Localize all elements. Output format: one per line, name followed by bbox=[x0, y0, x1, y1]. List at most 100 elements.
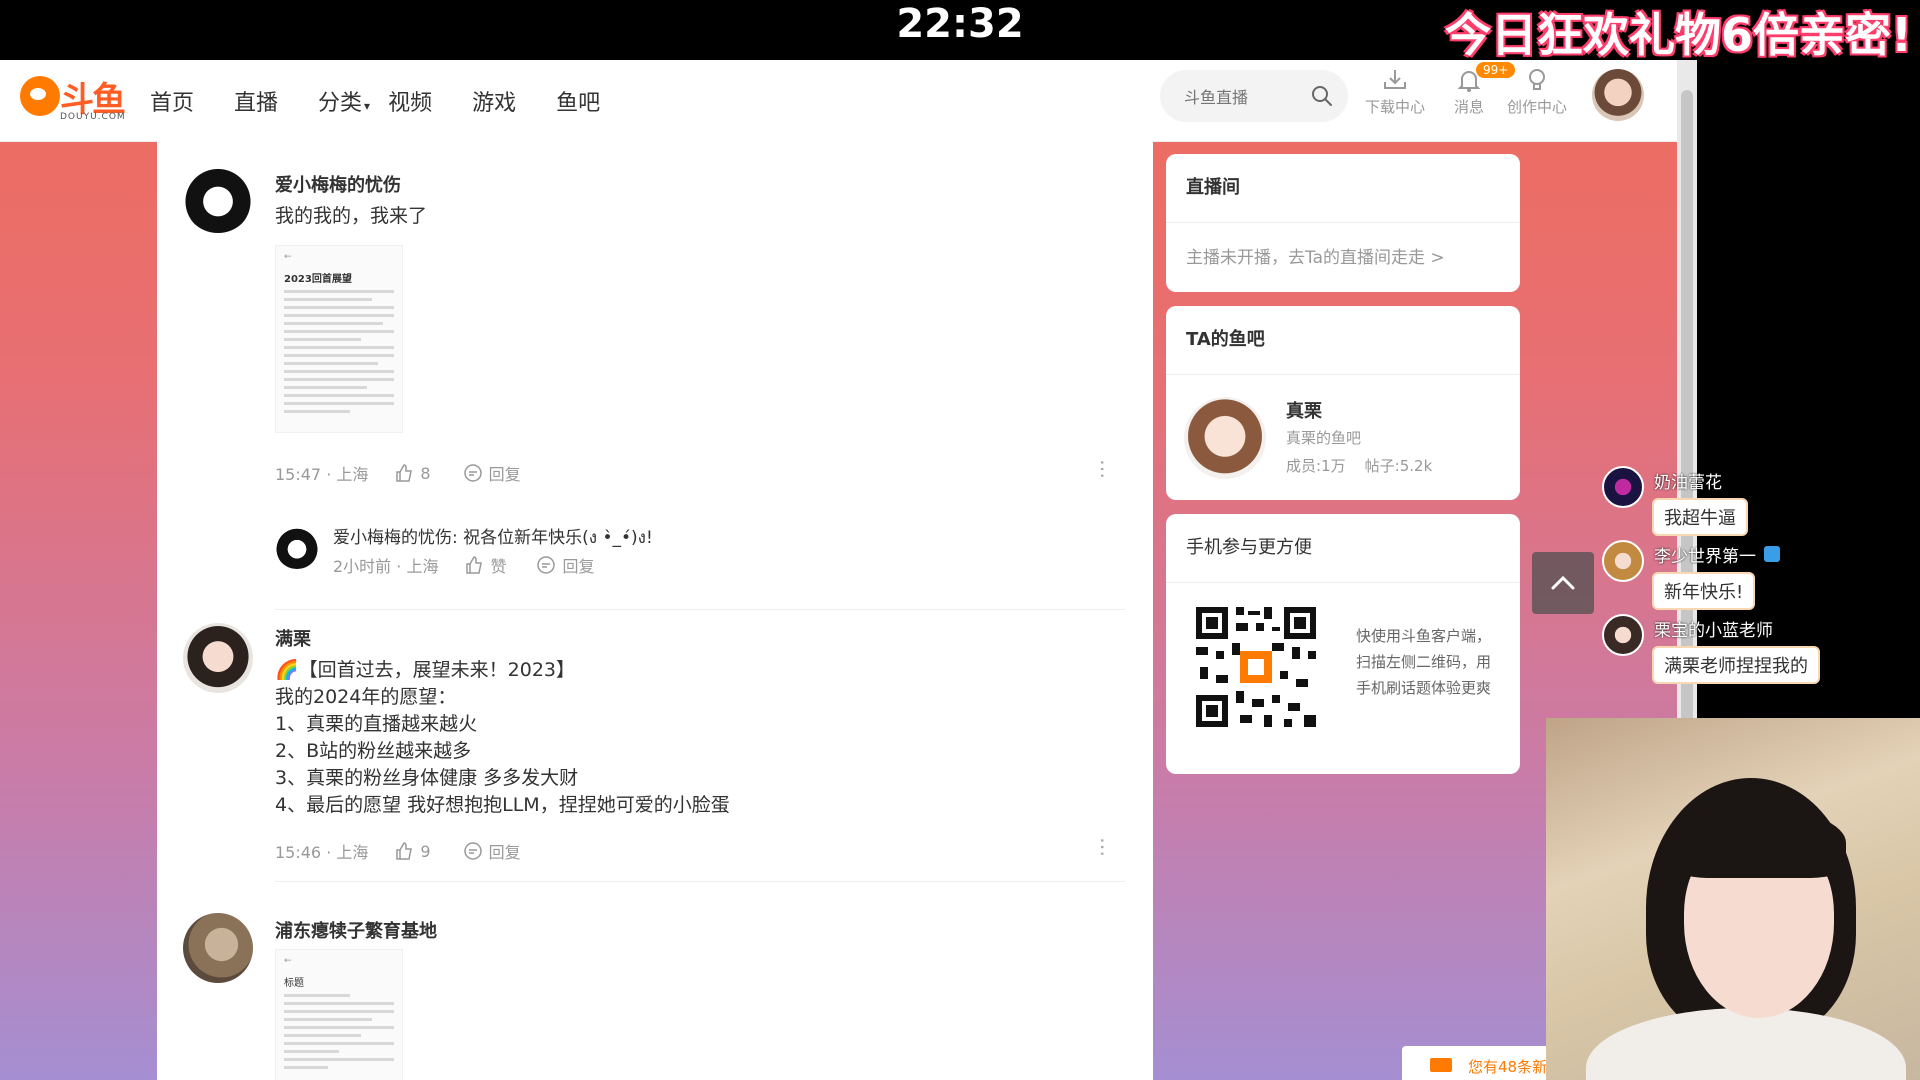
mobile-card-title: 手机参与更方便 bbox=[1166, 514, 1520, 583]
comment-icon bbox=[463, 842, 482, 860]
main-nav: 首页 直播 分类 ▾ 视频 游戏 鱼吧 bbox=[150, 60, 640, 141]
mail-icon bbox=[1430, 1058, 1452, 1072]
post-author[interactable]: 浦东瘪犊子繁育基地 bbox=[275, 917, 437, 943]
nav-category[interactable]: 分类 ▾ bbox=[318, 85, 370, 117]
live-room-link[interactable]: 主播未开播，去Ta的直播间走走 > bbox=[1166, 223, 1520, 288]
post-image[interactable]: ← 2023回首展望 bbox=[275, 245, 403, 433]
reply-label: 回复 bbox=[488, 465, 521, 484]
chevron-up-icon bbox=[1551, 575, 1575, 590]
chat-username: 李少世界第一 bbox=[1654, 547, 1756, 567]
chat-avatar bbox=[1602, 540, 1644, 582]
search-box bbox=[1160, 70, 1348, 122]
more-options-icon[interactable]: ⋯ bbox=[1091, 837, 1115, 857]
post-text: 🌈【回首过去，展望未来！2023】 我的2024年的愿望： 1、真栗的直播越来越… bbox=[275, 659, 730, 816]
thumbs-up-icon bbox=[396, 842, 413, 860]
post-divider bbox=[275, 881, 1125, 882]
yuba-card-title: TA的鱼吧 bbox=[1166, 306, 1520, 375]
post-image[interactable]: ← 标题 bbox=[275, 949, 403, 1080]
doc-title: 2023回首展望 bbox=[284, 274, 352, 285]
yuba-stats: 成员:1万 帖子:5.2k bbox=[1286, 457, 1433, 475]
messages-label: 消息 bbox=[1453, 98, 1484, 116]
reply-button[interactable]: 回复 bbox=[463, 839, 521, 863]
download-label: 下载中心 bbox=[1364, 98, 1425, 116]
chat-text: 满栗老师捏捏我的 bbox=[1652, 646, 1820, 684]
reply-author[interactable]: 爱小梅梅的忧伤 bbox=[333, 528, 452, 548]
top-navbar: 斗鱼 DOUYU.COM 首页 直播 分类▾ 视频 游戏 鱼吧 下载中心 bbox=[0, 60, 1677, 142]
reply-label: 回复 bbox=[488, 843, 521, 862]
chat-text: 新年快乐! bbox=[1652, 572, 1756, 610]
mobile-card: 手机参与更方便 快使用斗鱼客户端，扫描左侧二维码，用手机刷话题体验更爽 bbox=[1166, 514, 1520, 774]
caret-down-icon: ▾ bbox=[364, 98, 371, 113]
nav-video[interactable]: 视频 bbox=[388, 85, 432, 117]
download-center-button[interactable]: 下载中心 bbox=[1360, 66, 1430, 117]
yuba-avatar bbox=[1184, 397, 1266, 479]
notification-tab[interactable]: 您有48条新 bbox=[1402, 1046, 1562, 1080]
author-avatar[interactable] bbox=[183, 913, 253, 983]
author-avatar[interactable] bbox=[183, 163, 253, 233]
reply-reply-button[interactable]: 回复 bbox=[536, 553, 594, 577]
yuba-desc: 真栗的鱼吧 bbox=[1286, 429, 1362, 447]
nav-yuba[interactable]: 鱼吧 bbox=[556, 85, 600, 117]
nav-live[interactable]: 直播 bbox=[234, 85, 278, 117]
more-options-icon[interactable]: ⋯ bbox=[1091, 459, 1115, 479]
fish-logo-icon bbox=[20, 76, 60, 116]
post-item: 浦东瘪犊子繁育基地 ← 标题 bbox=[183, 913, 1123, 1080]
search-icon[interactable] bbox=[1310, 84, 1334, 108]
qr-section: 快使用斗鱼客户端，扫描左侧二维码，用手机刷话题体验更爽 bbox=[1166, 583, 1520, 773]
reply-meta: 2小时前 · 上海 赞 回复 bbox=[333, 553, 594, 577]
chat-username: 栗宝的小蓝老师 bbox=[1654, 621, 1773, 641]
back-to-top-button[interactable] bbox=[1532, 552, 1594, 614]
post-author[interactable]: 满栗 bbox=[275, 625, 311, 651]
promo-banner: 今日狂欢礼物6倍亲密! bbox=[1445, 8, 1912, 62]
back-arrow-icon: ← bbox=[284, 956, 292, 966]
live-room-title: 直播间 bbox=[1166, 154, 1520, 223]
comment-icon bbox=[463, 464, 482, 482]
download-icon bbox=[1384, 70, 1406, 89]
post-time: 15:47 · 上海 bbox=[275, 465, 369, 484]
yuba-entry[interactable]: 真栗 真栗的鱼吧 成员:1万 帖子:5.2k bbox=[1166, 375, 1520, 499]
reply-content: 爱小梅梅的忧伤: 祝各位新年快乐(ง •̀_•́)ง! bbox=[333, 528, 653, 548]
nav-category-label: 分类 bbox=[318, 90, 363, 116]
logo-subtext: DOUYU.COM bbox=[60, 112, 126, 122]
back-arrow-icon: ← bbox=[284, 252, 292, 262]
search-input[interactable] bbox=[1182, 83, 1306, 111]
like-count: 8 bbox=[420, 463, 431, 483]
douyu-logo[interactable]: 斗鱼 DOUYU.COM bbox=[20, 70, 128, 126]
qr-code-icon bbox=[1192, 603, 1320, 731]
notification-text: 您有48条新 bbox=[1468, 1058, 1548, 1076]
live-room-card: 直播间 主播未开播，去Ta的直播间走走 > bbox=[1166, 154, 1520, 292]
nav-home[interactable]: 首页 bbox=[150, 85, 194, 117]
reply-reply-label: 回复 bbox=[562, 557, 595, 576]
like-count: 9 bbox=[420, 841, 431, 861]
comment-icon bbox=[537, 556, 556, 574]
like-button[interactable]: 9 bbox=[394, 841, 431, 861]
reply-like-label: 赞 bbox=[490, 557, 507, 576]
post-list: 爱小梅梅的忧伤 我的我的，我来了 ← 2023回首展望 15:47 · 上海 8 bbox=[157, 141, 1153, 1080]
chat-avatar bbox=[1602, 614, 1644, 656]
creator-label: 创作中心 bbox=[1506, 98, 1567, 116]
level-badge-icon bbox=[1764, 546, 1780, 562]
like-button[interactable]: 8 bbox=[394, 463, 431, 483]
post-text: 我的我的，我来了 bbox=[275, 205, 428, 227]
post-divider bbox=[275, 609, 1125, 610]
post-meta: 15:46 · 上海 9 回复 bbox=[275, 839, 521, 863]
reply-time: 2小时前 · 上海 bbox=[333, 557, 439, 576]
post-author[interactable]: 爱小梅梅的忧伤 bbox=[275, 171, 401, 197]
reply-avatar[interactable] bbox=[275, 525, 319, 569]
chat-text: 我超牛逼 bbox=[1652, 498, 1748, 536]
qr-instructions: 快使用斗鱼客户端，扫描左侧二维码，用手机刷话题体验更爽 bbox=[1356, 627, 1492, 697]
yuba-name: 真栗 bbox=[1286, 401, 1322, 422]
thumbs-up-icon bbox=[466, 556, 483, 574]
author-avatar[interactable] bbox=[183, 623, 253, 693]
reply-button[interactable]: 回复 bbox=[463, 461, 521, 485]
chat-username: 奶油蕾花 bbox=[1654, 473, 1722, 493]
lightbulb-icon bbox=[1529, 69, 1545, 90]
reply-like-button[interactable]: 赞 bbox=[464, 553, 506, 577]
chat-avatar bbox=[1602, 466, 1644, 508]
thumbs-up-icon bbox=[396, 464, 413, 482]
doc-title: 标题 bbox=[284, 978, 304, 989]
user-avatar[interactable] bbox=[1592, 69, 1644, 121]
creator-center-button[interactable]: 创作中心 bbox=[1502, 66, 1572, 117]
nav-game[interactable]: 游戏 bbox=[472, 85, 516, 117]
streamer-webcam bbox=[1546, 718, 1920, 1080]
